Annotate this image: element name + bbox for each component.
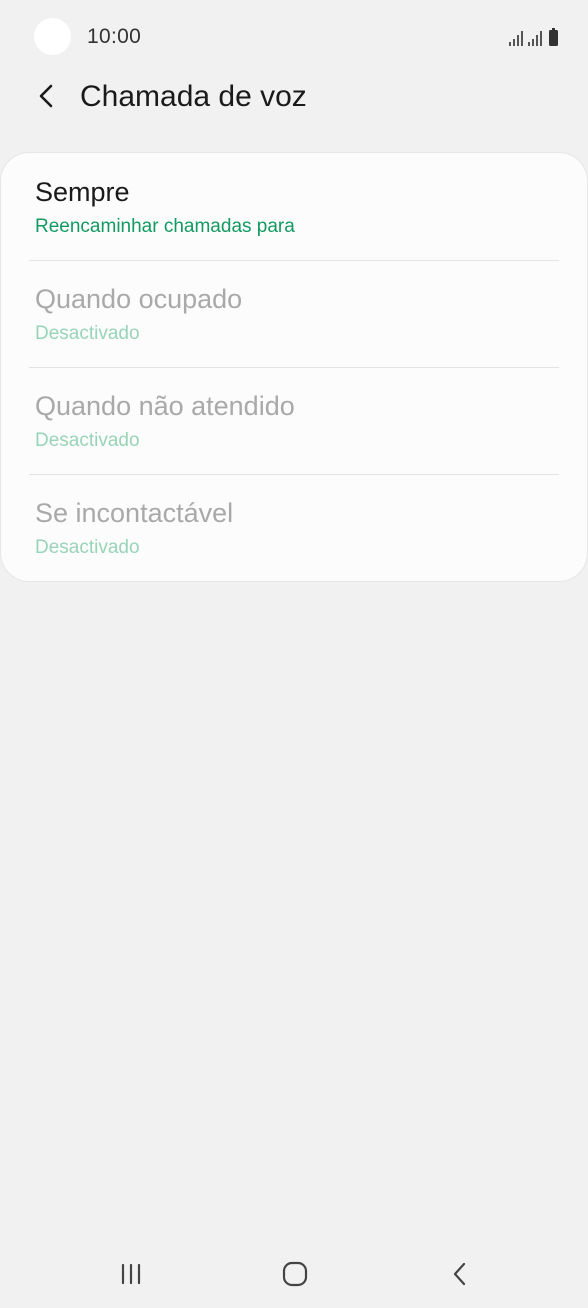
chevron-left-icon [39, 84, 53, 108]
option-status: Desactivado [35, 430, 140, 451]
home-button[interactable] [265, 1254, 325, 1294]
option-status: Desactivado [35, 537, 140, 558]
front-camera-cutout [34, 18, 71, 55]
forwarding-option-no-answer[interactable]: Quando não atendido Desactivado [1, 367, 587, 474]
navigation-bar [0, 1240, 588, 1308]
status-icons [509, 26, 558, 46]
signal-icon [509, 30, 523, 46]
recents-button[interactable] [101, 1254, 161, 1294]
status-time: 10:00 [87, 25, 142, 48]
page-title: Chamada de voz [80, 80, 307, 113]
battery-icon [549, 28, 558, 46]
app-header: Chamada de voz [0, 72, 588, 124]
signal-icon [528, 30, 542, 46]
back-icon [453, 1262, 466, 1286]
forwarding-option-unreachable[interactable]: Se incontactável Desactivado [1, 474, 587, 581]
back-button[interactable] [28, 78, 64, 114]
option-title: Se incontactável [35, 498, 234, 528]
option-status: Reencaminhar chamadas para [35, 216, 295, 237]
forwarding-option-always[interactable]: Sempre Reencaminhar chamadas para [1, 153, 587, 260]
recents-icon [121, 1263, 141, 1285]
forwarding-option-when-busy[interactable]: Quando ocupado Desactivado [1, 260, 587, 367]
option-title: Sempre [35, 177, 130, 207]
forwarding-options-card: Sempre Reencaminhar chamadas para Quando… [1, 153, 587, 581]
nav-back-button[interactable] [430, 1254, 490, 1294]
status-bar: 10:00 [0, 0, 588, 72]
home-icon [282, 1261, 308, 1287]
option-status: Desactivado [35, 323, 140, 344]
option-title: Quando não atendido [35, 391, 295, 421]
option-title: Quando ocupado [35, 284, 243, 314]
